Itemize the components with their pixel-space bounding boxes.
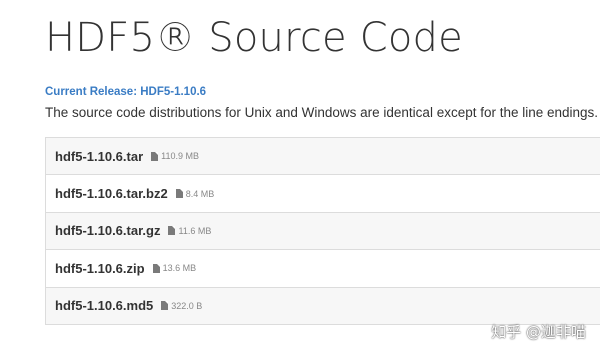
file-row: hdf5-1.10.6.tar.gz 11.6 MB <box>45 212 600 251</box>
file-row: hdf5-1.10.6.tar.bz2 8.4 MB <box>45 175 600 213</box>
file-link[interactable]: hdf5-1.10.6.md5 <box>55 298 153 313</box>
file-link[interactable]: hdf5-1.10.6.tar.gz <box>55 223 160 238</box>
file-size: 13.6 MB <box>162 263 197 274</box>
description-text: The source code distributions for Unix a… <box>45 105 599 120</box>
file-link[interactable]: hdf5-1.10.6.tar <box>55 149 143 164</box>
page-title: HDF5® Source Code <box>45 15 463 61</box>
file-row: hdf5-1.10.6.md5 322.0 B <box>45 287 600 325</box>
file-icon <box>151 151 159 161</box>
file-icon <box>161 301 169 311</box>
file-row: hdf5-1.10.6.zip 13.6 MB <box>45 250 600 288</box>
file-size: 322.0 B <box>171 300 203 311</box>
file-size: 11.6 MB <box>178 225 212 236</box>
file-size: 8.4 MB <box>185 188 215 199</box>
file-link[interactable]: hdf5-1.10.6.tar.bz2 <box>55 186 168 201</box>
file-icon <box>168 226 176 236</box>
file-icon <box>175 189 183 199</box>
file-icon <box>152 263 160 273</box>
file-link[interactable]: hdf5-1.10.6.zip <box>55 261 145 276</box>
file-list: hdf5-1.10.6.tar 110.9 MB hdf5-1.10.6.tar… <box>45 137 600 325</box>
current-release-link[interactable]: Current Release: HDF5-1.10.6 <box>45 86 206 98</box>
page: HDF5® Source Code Current Release: HDF5-… <box>0 0 600 355</box>
file-row: hdf5-1.10.6.tar 110.9 MB <box>45 138 600 176</box>
watermark: 知乎 @迦非喵 <box>491 323 586 341</box>
file-size: 110.9 MB <box>161 151 200 162</box>
